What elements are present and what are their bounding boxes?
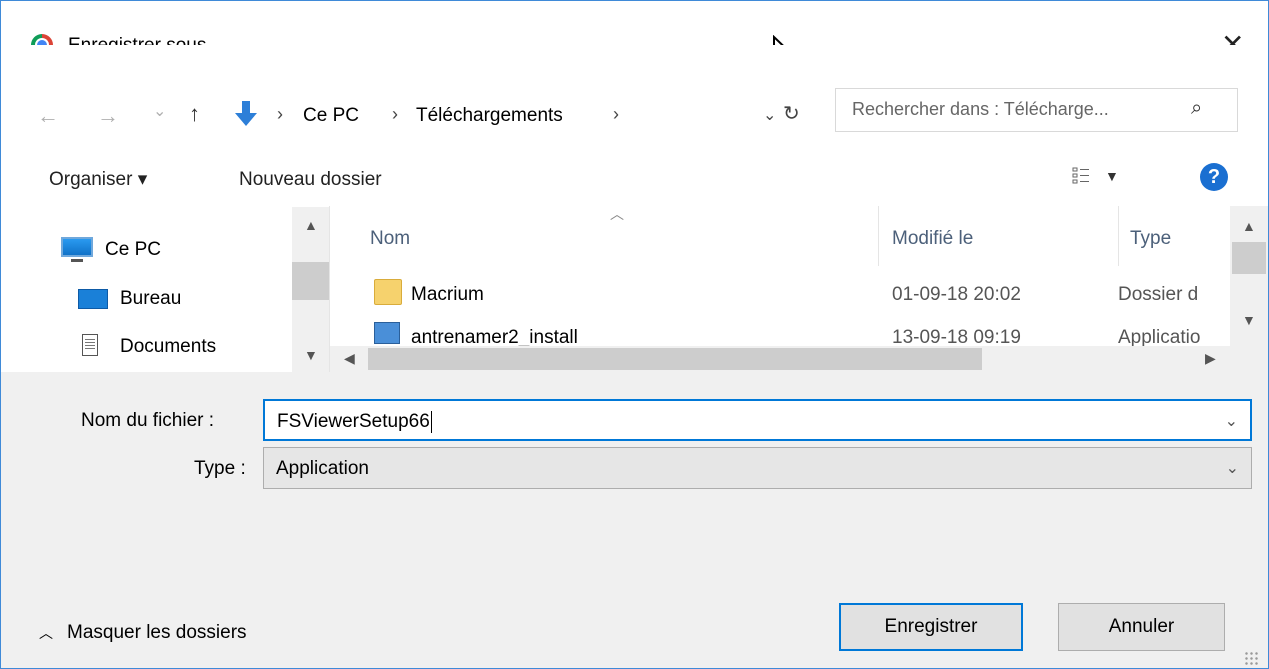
file-list: ︿ Nom Modifié le Type Macrium 01-09-18 2… [329, 206, 1268, 372]
command-bar: Organiser ▾ Nouveau dossier ▼ ? [1, 146, 1268, 206]
navpane-item-bureau[interactable]: Bureau [120, 288, 181, 310]
application-icon [374, 322, 400, 344]
forward-button[interactable]: → [97, 105, 119, 127]
chevron-down-icon[interactable]: ⌄ [1226, 458, 1239, 478]
filename-value: FSViewerSetup66 [277, 411, 432, 433]
save-button[interactable]: Enregistrer [839, 603, 1023, 651]
filename-label: Nom du fichier : [81, 410, 215, 431]
column-divider[interactable] [878, 206, 879, 266]
filelist-vertical-scrollbar[interactable]: ▲ ▼ [1230, 206, 1268, 346]
save-as-dialog: Enregistrer sous ✕ ← → ⌄ ↑ › Ce PC › Tél… [0, 0, 1269, 669]
scroll-down-icon[interactable]: ▼ [304, 347, 318, 363]
file-modified: 01-09-18 20:02 [892, 284, 1021, 305]
navpane-item-documents[interactable]: Documents [120, 336, 216, 358]
file-name: Macrium [411, 284, 484, 305]
scroll-left-icon[interactable]: ◀ [344, 350, 355, 367]
column-header-type[interactable]: Type [1118, 228, 1171, 250]
desktop-icon [78, 289, 108, 309]
documents-icon [82, 334, 98, 356]
column-header-name[interactable]: Nom [370, 228, 410, 250]
help-button[interactable]: ? [1200, 163, 1228, 191]
navigation-bar: ← → ⌄ ↑ › Ce PC › Téléchargements › ⌄ ↻ … [1, 45, 1268, 146]
type-label: Type : [194, 458, 246, 479]
scroll-right-icon[interactable]: ▶ [1205, 350, 1216, 367]
column-header-modified[interactable]: Modifié le [892, 228, 973, 250]
scrollbar-thumb[interactable] [292, 262, 329, 300]
filename-input[interactable]: FSViewerSetup66 ⌄ [263, 399, 1252, 441]
breadcrumb-separator[interactable]: › [613, 104, 619, 125]
breadcrumb-separator: › [277, 104, 283, 124]
up-button[interactable]: ↑ [189, 103, 200, 125]
type-value: Application [276, 458, 369, 479]
recent-locations-button[interactable]: ⌄ [153, 101, 166, 123]
title-bar: Enregistrer sous ✕ [1, 1, 1268, 74]
scrollbar-thumb[interactable] [1232, 242, 1266, 274]
scroll-up-icon[interactable]: ▲ [304, 217, 318, 233]
search-input[interactable]: Rechercher dans : Télécharge... ⌕ [835, 88, 1238, 132]
view-dropdown-icon[interactable]: ▼ [1105, 168, 1119, 184]
text-caret [430, 411, 432, 433]
breadcrumb-separator: › [392, 104, 398, 124]
cancel-button[interactable]: Annuler [1058, 603, 1225, 651]
address-dropdown-icon[interactable]: ⌄ [763, 105, 776, 125]
filelist-horizontal-scrollbar[interactable]: ◀ ▶ [330, 346, 1268, 372]
navpane-scrollbar[interactable]: ▲ ▼ [292, 207, 329, 373]
downloads-icon [235, 101, 257, 126]
search-icon: ⌕ [1191, 97, 1203, 119]
breadcrumb-telechargements[interactable]: Téléchargements [416, 105, 563, 127]
chevron-up-icon: ︿ [39, 625, 53, 641]
breadcrumb-ce-pc[interactable]: Ce PC [303, 105, 359, 127]
scroll-down-icon[interactable]: ▼ [1242, 312, 1256, 328]
file-type: Dossier d [1118, 284, 1199, 305]
chevron-down-icon[interactable]: ⌄ [1225, 411, 1238, 431]
hide-folders-toggle[interactable]: ︿ Masquer les dossiers [39, 622, 247, 644]
sort-ascending-icon: ︿ [610, 206, 624, 222]
navpane-item-ce-pc[interactable]: Ce PC [105, 239, 161, 261]
table-row[interactable]: antrenamer2_install 13-09-18 09:19 Appli… [330, 314, 1230, 346]
new-folder-button[interactable]: Nouveau dossier [239, 169, 382, 191]
organize-button[interactable]: Organiser ▾ [49, 169, 147, 191]
resize-grip-icon[interactable] [1244, 651, 1258, 665]
folder-icon [374, 279, 402, 305]
file-name: antrenamer2_install [411, 327, 578, 346]
scrollbar-thumb[interactable] [368, 348, 982, 370]
computer-icon [61, 237, 93, 262]
back-button[interactable]: ← [37, 105, 59, 127]
file-modified: 13-09-18 09:19 [892, 327, 1021, 346]
navigation-pane: Ce PC Bureau Documents ▲ ▼ [1, 206, 329, 373]
type-select[interactable]: Application ⌄ [263, 447, 1252, 489]
search-placeholder: Rechercher dans : Télécharge... [852, 99, 1109, 119]
refresh-button[interactable]: ↻ [783, 101, 800, 126]
file-type: Applicatio [1118, 327, 1201, 346]
scroll-up-icon[interactable]: ▲ [1242, 218, 1256, 234]
view-options-icon[interactable] [1072, 166, 1090, 186]
